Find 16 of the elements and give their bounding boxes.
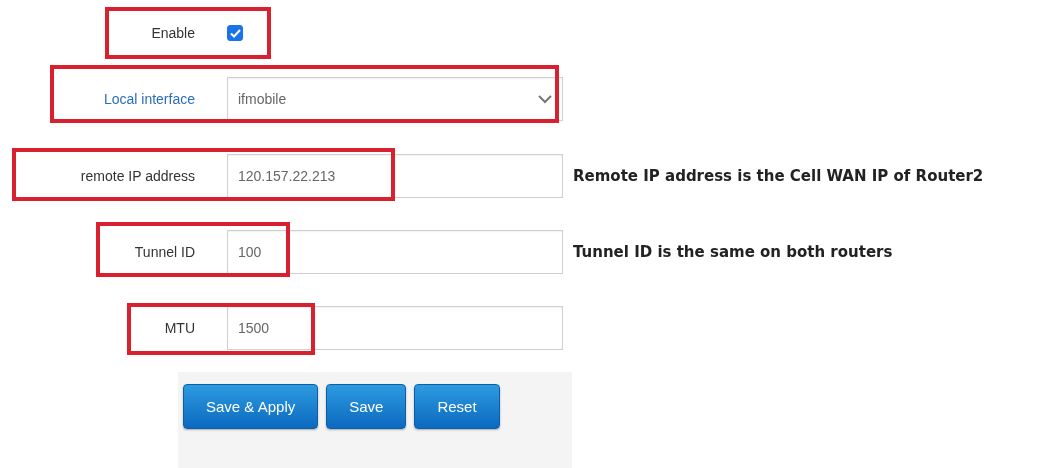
interface-select[interactable]: ifmobile <box>227 77 563 121</box>
field-label: MTU <box>163 320 195 336</box>
annotation-note: Tunnel ID is the same on both routers <box>573 241 894 263</box>
input-field[interactable]: 1500 <box>227 306 563 350</box>
annotation-note: Remote IP address is the Cell WAN IP of Router2 <box>573 165 985 187</box>
input-field[interactable]: 120.157.22.213 <box>227 154 563 198</box>
form-button[interactable]: Reset <box>414 384 500 429</box>
checkbox[interactable] <box>227 25 243 41</box>
field-label: Tunnel ID <box>133 244 195 260</box>
field-label: Local interface <box>102 91 195 107</box>
chevron-down-icon <box>538 94 552 104</box>
input-field[interactable]: 100 <box>227 230 563 274</box>
field-label: Enable <box>150 25 195 41</box>
form-button[interactable]: Save & Apply <box>183 384 319 429</box>
field-label: remote IP address <box>79 168 195 184</box>
form-button[interactable]: Save <box>326 384 407 429</box>
